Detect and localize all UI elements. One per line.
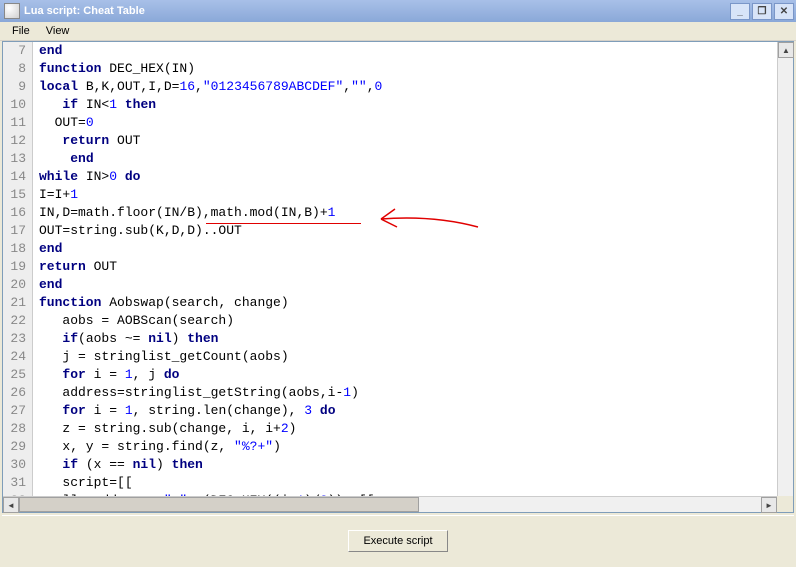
code-line[interactable]: aobs = AOBScan(search) xyxy=(39,312,777,330)
line-number: 11 xyxy=(3,114,26,132)
titlebar: Lua script: Cheat Table _ ❐ ✕ xyxy=(0,0,796,22)
line-number: 10 xyxy=(3,96,26,114)
line-number: 25 xyxy=(3,366,26,384)
line-number: 31 xyxy=(3,474,26,492)
code-line[interactable]: end xyxy=(39,150,777,168)
vertical-scrollbar[interactable]: ▲ xyxy=(777,42,793,496)
code-line[interactable]: I=I+1 xyxy=(39,186,777,204)
bottom-panel: Execute script xyxy=(2,515,794,565)
line-number: 18 xyxy=(3,240,26,258)
line-number: 12 xyxy=(3,132,26,150)
line-number: 16 xyxy=(3,204,26,222)
code-line[interactable]: for i = 1, string.len(change), 3 do xyxy=(39,402,777,420)
line-number: 8 xyxy=(3,60,26,78)
code-line[interactable]: x, y = string.find(z, "%?+") xyxy=(39,438,777,456)
menubar: File View xyxy=(0,22,796,41)
code-line[interactable]: function DEC_HEX(IN) xyxy=(39,60,777,78)
code-line[interactable]: function Aobswap(search, change) xyxy=(39,294,777,312)
code-line[interactable]: script=[[ xyxy=(39,474,777,492)
scroll-left-button[interactable]: ◄ xyxy=(3,497,19,513)
code-line[interactable]: OUT=string.sub(K,D,D)..OUT xyxy=(39,222,777,240)
code-line[interactable]: end xyxy=(39,240,777,258)
annotation-underline xyxy=(206,222,361,224)
horizontal-scrollbar[interactable]: ◄ ► xyxy=(3,496,777,512)
line-number: 19 xyxy=(3,258,26,276)
line-number: 28 xyxy=(3,420,26,438)
code-line[interactable]: if (x == nil) then xyxy=(39,456,777,474)
code-line[interactable]: OUT=0 xyxy=(39,114,777,132)
line-number: 29 xyxy=(3,438,26,456)
code-area[interactable]: endfunction DEC_HEX(IN)local B,K,OUT,I,D… xyxy=(33,42,777,496)
scroll-right-button[interactable]: ► xyxy=(761,497,777,513)
code-line[interactable]: if(aobs ~= nil) then xyxy=(39,330,777,348)
code-line[interactable]: return OUT xyxy=(39,132,777,150)
code-line[interactable]: j = stringlist_getCount(aobs) xyxy=(39,348,777,366)
line-number: 20 xyxy=(3,276,26,294)
line-number: 17 xyxy=(3,222,26,240)
restore-button[interactable]: ❐ xyxy=(752,3,772,20)
code-line[interactable]: local B,K,OUT,I,D=16,"0123456789ABCDEF",… xyxy=(39,78,777,96)
scroll-up-button[interactable]: ▲ xyxy=(778,42,794,58)
code-line[interactable]: return OUT xyxy=(39,258,777,276)
line-number: 30 xyxy=(3,456,26,474)
code-line[interactable]: address=stringlist_getString(aobs,i-1) xyxy=(39,384,777,402)
line-number: 26 xyxy=(3,384,26,402)
code-line[interactable]: IN,D=math.floor(IN/B),math.mod(IN,B)+1 xyxy=(39,204,777,222)
minimize-button[interactable]: _ xyxy=(730,3,750,20)
window-title: Lua script: Cheat Table xyxy=(24,5,730,17)
execute-script-button[interactable]: Execute script xyxy=(348,530,447,552)
menu-file[interactable]: File xyxy=(4,23,38,39)
code-line[interactable]: if IN<1 then xyxy=(39,96,777,114)
line-number: 21 xyxy=(3,294,26,312)
line-number: 23 xyxy=(3,330,26,348)
code-editor[interactable]: 7891011121314151617181920212223242526272… xyxy=(2,41,794,513)
line-number: 22 xyxy=(3,312,26,330)
code-line[interactable]: for i = 1, j do xyxy=(39,366,777,384)
close-button[interactable]: ✕ xyxy=(774,3,794,20)
scroll-thumb[interactable] xyxy=(19,497,419,512)
code-line[interactable]: end xyxy=(39,276,777,294)
app-icon xyxy=(4,3,20,19)
line-number: 27 xyxy=(3,402,26,420)
line-number: 9 xyxy=(3,78,26,96)
menu-view[interactable]: View xyxy=(38,23,78,39)
line-number: 7 xyxy=(3,42,26,60)
scroll-corner xyxy=(777,496,793,512)
code-line[interactable]: end xyxy=(39,42,777,60)
line-number-gutter: 7891011121314151617181920212223242526272… xyxy=(3,42,33,496)
line-number: 14 xyxy=(3,168,26,186)
code-line[interactable]: while IN>0 do xyxy=(39,168,777,186)
line-number: 24 xyxy=(3,348,26,366)
code-line[interactable]: z = string.sub(change, i, i+2) xyxy=(39,420,777,438)
window-buttons: _ ❐ ✕ xyxy=(730,3,794,20)
line-number: 13 xyxy=(3,150,26,168)
line-number: 15 xyxy=(3,186,26,204)
